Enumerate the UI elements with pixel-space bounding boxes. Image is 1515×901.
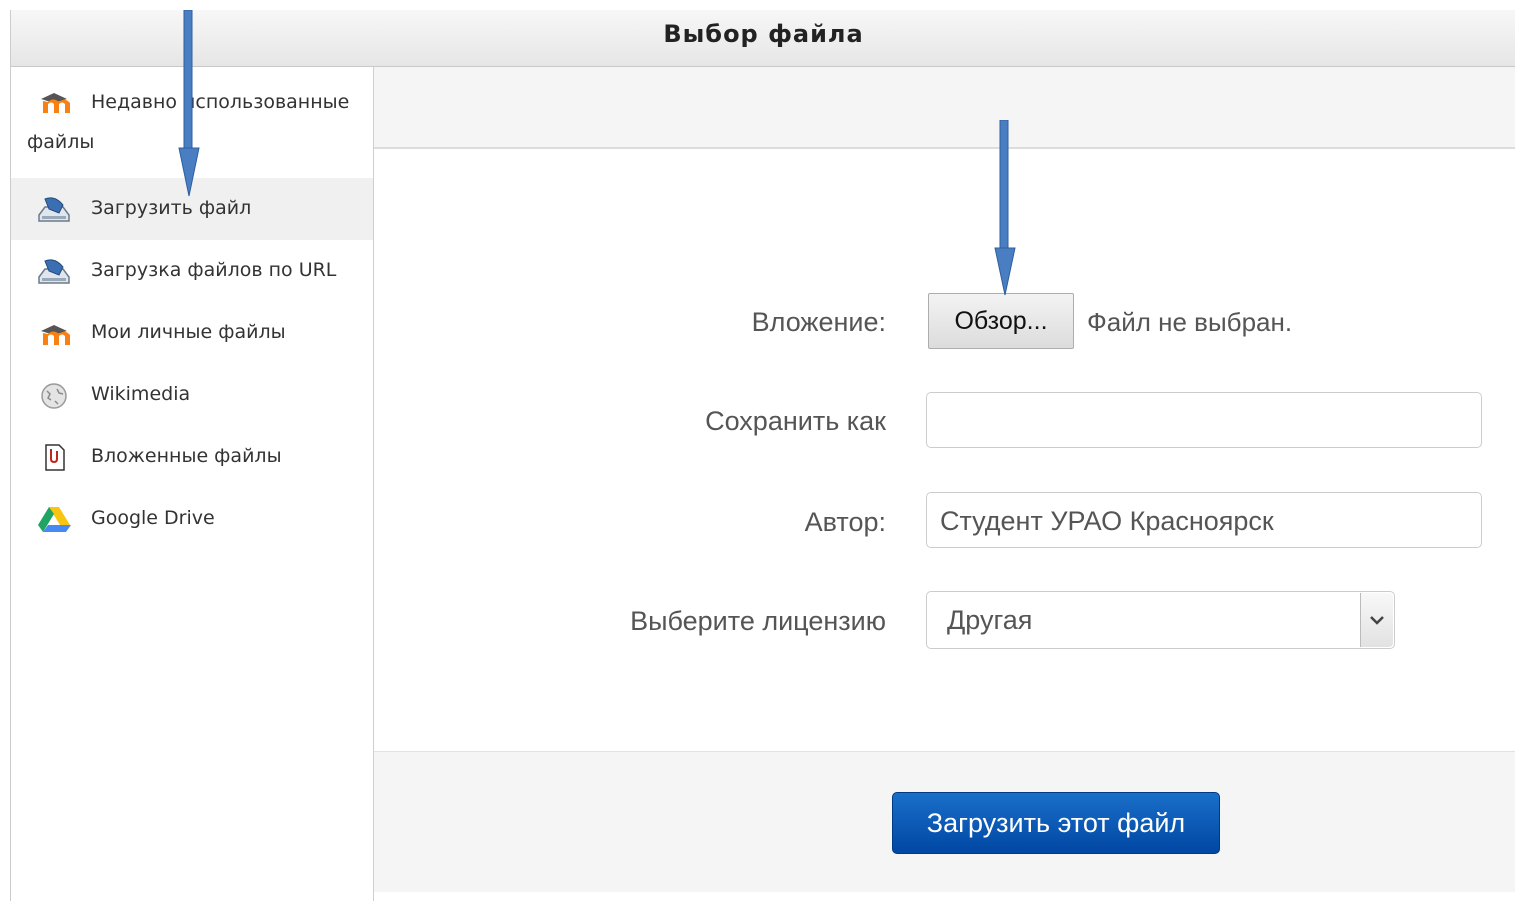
browse-button[interactable]: Обзор... <box>928 293 1074 349</box>
sidebar-item-google-drive[interactable]: Google Drive <box>11 488 373 550</box>
annotation-arrow-icon <box>178 10 200 197</box>
attachment-label: Вложение: <box>751 307 886 337</box>
author-label: Автор: <box>804 507 886 537</box>
google-drive-icon <box>38 507 71 532</box>
sidebar-item-url-download[interactable]: Загрузка файлов по URL <box>11 240 373 302</box>
license-label: Выберите лицензию <box>630 606 886 636</box>
author-input[interactable]: Студент УРАО Красноярск <box>926 492 1482 548</box>
attachment-icon <box>45 444 65 471</box>
upload-file-button[interactable]: Загрузить этот файл <box>892 792 1220 854</box>
license-selected-value: Другая <box>947 605 1033 635</box>
sidebar-item-label: Загрузить файл <box>91 197 252 219</box>
sidebar-item-attached-files[interactable]: Вложенные файлы <box>11 426 373 488</box>
no-file-status: Файл не выбран. <box>1087 307 1293 337</box>
chevron-down-icon <box>1370 616 1384 625</box>
sidebar-item-label: Wikimedia <box>91 383 191 405</box>
moodle-icon <box>41 325 70 345</box>
sidebar-item-label: Google Drive <box>91 507 215 529</box>
dialog-title: Выбор файла <box>663 20 864 48</box>
sidebar-item-label: Мои личные файлы <box>91 321 286 343</box>
wikimedia-icon <box>41 383 67 409</box>
upload-icon <box>38 197 70 222</box>
sidebar-item-label: Вложенные файлы <box>91 445 282 467</box>
file-picker-dialog: Выбор файла Недавно использованные файлы… <box>10 10 1515 901</box>
main-toolbar-area <box>374 67 1515 149</box>
sidebar-item-wikimedia[interactable]: Wikimedia <box>11 364 373 426</box>
sidebar-item-label: Загрузка файлов по URL <box>91 259 337 281</box>
dialog-titlebar: Выбор файла <box>11 10 1515 67</box>
sidebar-item-private-files[interactable]: Мои личные файлы <box>11 302 373 364</box>
license-select[interactable]: Другая <box>926 591 1395 649</box>
select-dropdown-button[interactable] <box>1360 593 1393 647</box>
save-as-input[interactable] <box>926 392 1482 448</box>
save-as-label: Сохранить как <box>705 406 886 436</box>
annotation-arrow-icon <box>994 120 1016 296</box>
upload-icon <box>38 259 70 284</box>
